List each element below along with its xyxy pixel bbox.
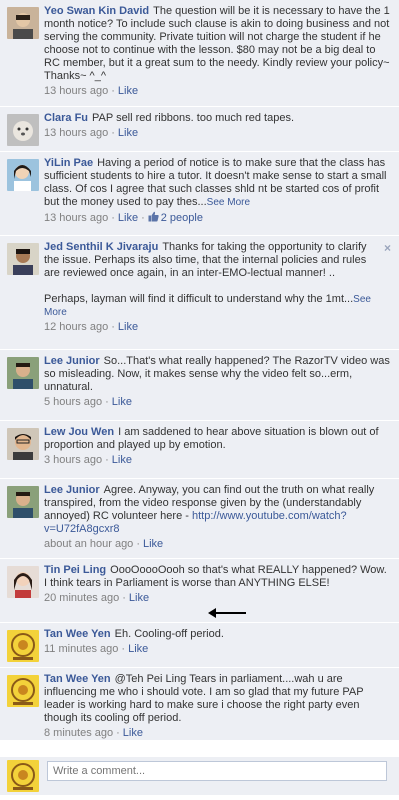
comment-author[interactable]: Lew Jou Wen [44, 426, 114, 438]
avatar[interactable] [7, 114, 39, 146]
comment-item: Clara Fu PAP sell red ribbons. too much r… [0, 107, 399, 152]
comment-author[interactable]: Tan Wee Yen [44, 673, 111, 685]
like-link[interactable]: Like [129, 592, 149, 604]
separator-dot: · [111, 321, 115, 333]
comment-timestamp[interactable]: 20 minutes ago [44, 592, 119, 604]
comment-timestamp[interactable]: 11 minutes ago [44, 643, 118, 655]
comment-item: Lew Jou Wen I am saddened to hear above s… [0, 421, 399, 479]
avatar[interactable] [7, 486, 39, 518]
comment-author[interactable]: Tin Pei Ling [44, 564, 106, 576]
avatar[interactable] [7, 159, 39, 191]
like-count: 2 people [160, 212, 203, 224]
separator-dot: · [111, 127, 115, 139]
separator-dot: · [105, 396, 109, 408]
comment-item: × Jed Senthil K Jivaraju Thanks for takin… [0, 236, 399, 350]
comment-author[interactable]: Jed Senthil K Jivaraju [44, 241, 158, 253]
comment-author[interactable]: YiLin Pae [44, 157, 93, 169]
separator-dot: · [105, 454, 109, 466]
avatar[interactable] [7, 630, 39, 662]
separator-dot: · [141, 212, 145, 224]
separator-dot: · [116, 727, 120, 739]
avatar[interactable] [7, 243, 39, 275]
avatar[interactable] [7, 566, 39, 598]
comment-timestamp[interactable]: 8 minutes ago [44, 727, 113, 739]
comment-item: Tan Wee Yen @Teh Pei Ling Tears in parlia… [0, 668, 399, 741]
like-link[interactable]: Like [118, 321, 138, 333]
comment-author[interactable]: Yeo Swan Kin David [44, 5, 149, 17]
like-link[interactable]: Like [118, 127, 138, 139]
avatar[interactable] [7, 675, 39, 707]
avatar[interactable] [7, 428, 39, 460]
separator-dot: · [111, 212, 115, 224]
comment-item: Tan Wee Yen Eh. Cooling-off period. 11 mi… [0, 623, 399, 668]
thumbs-up-icon [148, 211, 159, 222]
like-count-link[interactable]: 2 people [148, 211, 203, 224]
comment-timestamp[interactable]: 13 hours ago [44, 85, 108, 97]
comment-composer [0, 757, 399, 795]
see-more-link[interactable]: See More [207, 197, 250, 208]
comment-timestamp[interactable]: 3 hours ago [44, 454, 102, 466]
comment-timestamp[interactable]: 12 hours ago [44, 321, 108, 333]
like-link[interactable]: Like [118, 212, 138, 224]
separator-dot: · [136, 538, 140, 550]
comment-timestamp[interactable]: about an hour ago [44, 538, 133, 550]
comment-author[interactable]: Lee Junior [44, 355, 100, 367]
like-link[interactable]: Like [123, 727, 143, 739]
close-icon[interactable]: × [384, 242, 391, 255]
separator-dot: · [121, 643, 126, 655]
comment-timestamp[interactable]: 13 hours ago [44, 212, 108, 224]
like-link[interactable]: Like [128, 643, 148, 655]
separator-dot: · [111, 85, 115, 97]
separator-dot: · [122, 592, 126, 604]
comment-item: YiLin Pae Having a period of notice is to… [0, 152, 399, 236]
arrow-left-annotation [208, 608, 246, 618]
comment-item: Tin Pei Ling OooOoooOooh so that's what R… [0, 559, 399, 623]
comment-author[interactable]: Clara Fu [44, 112, 88, 124]
comment-input[interactable] [47, 761, 387, 781]
comment-timestamp[interactable]: 5 hours ago [44, 396, 102, 408]
like-link[interactable]: Like [118, 85, 138, 97]
comment-timestamp[interactable]: 13 hours ago [44, 127, 108, 139]
comment-author[interactable]: Lee Junior [44, 484, 100, 496]
comment-item: Lee Junior So...That's what really happen… [0, 350, 399, 421]
like-link[interactable]: Like [143, 538, 163, 550]
comment-item: Yeo Swan Kin David The question will be i… [0, 0, 399, 107]
avatar[interactable] [7, 7, 39, 39]
comment-text: PAP sell red ribbons. too much red tapes… [92, 112, 294, 124]
like-link[interactable]: Like [112, 396, 132, 408]
comment-item: Lee Junior Agree. Anyway, you can find ou… [0, 479, 399, 559]
comment-text: Eh. Cooling-off period. [114, 628, 224, 640]
comment-author[interactable]: Tan Wee Yen [44, 628, 111, 640]
avatar[interactable] [7, 357, 39, 389]
avatar [7, 760, 39, 792]
like-link[interactable]: Like [112, 454, 132, 466]
comment-list: Yeo Swan Kin David The question will be i… [0, 0, 399, 741]
